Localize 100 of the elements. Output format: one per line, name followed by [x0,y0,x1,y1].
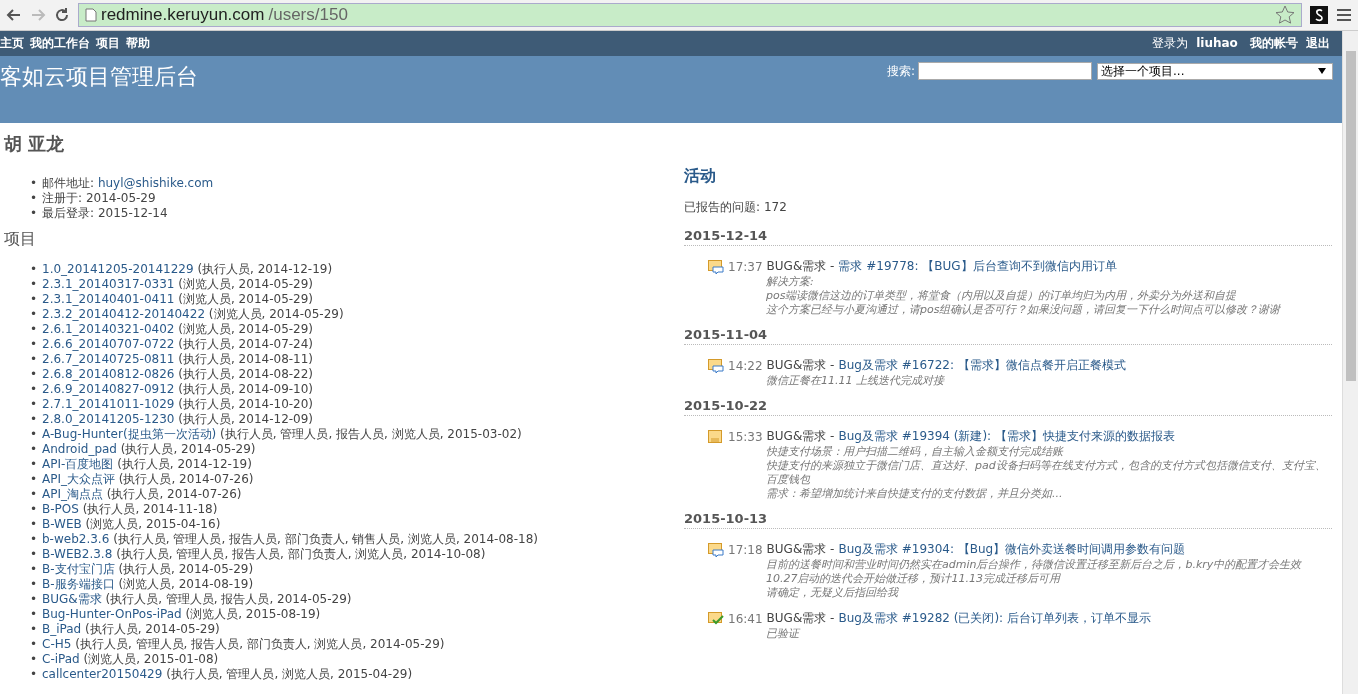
list-bullet: • [30,577,39,592]
issue-link[interactable]: Bug及需求 #16722: 【需求】微信点餐开启正餐模式 [838,357,1126,374]
back-icon[interactable] [6,7,22,23]
email-link[interactable]: huyl@shishike.com [97,176,214,190]
project-link[interactable]: API_大众点评 [42,472,115,486]
project-link[interactable]: 2.3.1_20140317-0331 [42,277,175,291]
project-link[interactable]: 2.6.1_20140321-0402 [42,322,175,336]
detail-value: 2015-12-14 [97,206,168,220]
top-menu-link[interactable]: 项目 [96,36,120,50]
menu-icon[interactable] [1336,8,1352,22]
issue-link[interactable]: Bug及需求 #19394 (新建): 【需求】快捷支付来源的数据报表 [838,428,1175,445]
list-bullet: • [30,667,39,682]
user-link[interactable]: liuhao [1196,36,1238,50]
project-link[interactable]: C-H5 [42,637,72,651]
dropdown-icon [1318,68,1326,74]
project-link[interactable]: API_淘点点 [42,487,103,501]
list-bullet: • [30,292,39,307]
list-bullet: • [30,442,39,457]
list-bullet: • [30,367,39,382]
project-link[interactable]: BUG&需求 [42,592,102,606]
projects-heading: 项目 [4,229,37,250]
address-bar[interactable]: redmine.keruyun.com /users/150 [78,3,1302,27]
list-bullet: • [30,592,39,607]
issue-link[interactable]: Bug及需求 #19282 (已关闭): 后台订单列表，订单不显示 [838,610,1151,627]
scrollbar[interactable] [1342,31,1358,694]
top-menu-link[interactable]: 主页 [0,36,24,50]
list-bullet: • [30,517,39,532]
project-link[interactable]: A-Bug-Hunter(捉虫第一次活动) [42,427,217,441]
activity-date: 2015-10-13 [684,511,1332,529]
event-description: 请确定，无疑义后指回给我 [766,586,900,600]
extension-icon[interactable] [1310,6,1328,24]
project-link[interactable]: B-WEB [42,517,82,531]
project-link[interactable]: 1.0_20141205-20141229 [42,262,194,276]
project-roles: (执行人员, 管理人员, 报告人员, 2014-05-29) [105,592,352,606]
list-bullet: • [30,502,39,517]
project-link[interactable]: 2.6.6_20140707-0722 [42,337,175,351]
top-menu-link[interactable]: 帮助 [126,36,150,50]
event-description: 这个方案已经与小夏沟通过，请pos组确认是否可行？如果没问题，请回复一下什么时间点可以修改？谢谢 [766,303,1282,317]
project-link[interactable]: callcenter20150429 [42,667,163,681]
project-link[interactable]: 2.3.1_20140401-0411 [42,292,175,306]
list-bullet: • [30,277,39,292]
project-select[interactable]: 选择一个项目... [1097,62,1333,80]
project-roles: (执行人员, 2014-05-29) [118,562,254,576]
project-link[interactable]: 2.6.9_20140827-0912 [42,382,175,396]
top-menu-link[interactable]: 退出 [1306,36,1330,50]
activity-date: 2015-11-04 [684,327,1332,345]
event-description: 已验证 [766,627,801,641]
project-link[interactable]: 2.8.0_20141205-1230 [42,412,175,426]
project-link[interactable]: Android_pad [42,442,117,456]
reported-count: 172 [763,200,787,214]
list-bullet: • [30,352,39,367]
list-bullet: • [30,397,39,412]
project-link[interactable]: 2.6.7_20140725-0811 [42,352,175,366]
project-link[interactable]: API-百度地图 [42,457,114,471]
star-icon[interactable] [1275,5,1295,25]
project-link[interactable]: B-支付宝门店 [42,562,115,576]
project-roles: (执行人员, 管理人员, 报告人员, 部门负责人, 销售人员, 浏览人员, 2014-08-18) [113,532,538,546]
activity-date: 2015-12-14 [684,228,1332,246]
project-roles: (执行人员, 管理人员, 报告人员, 部门负责人, 浏览人员, 2014-10-08) [116,547,486,561]
list-bullet: • [30,322,39,337]
project-roles: (浏览人员, 2014-05-29) [208,307,344,321]
list-bullet: • [30,652,39,667]
project-link[interactable]: Bug-Hunter-OnPos-iPad [42,607,182,621]
project-link[interactable]: b-web2.3.6 [42,532,110,546]
event-description: 微信正餐在11.11 上线迭代完成对接 [766,374,946,388]
event-description: 目前的送餐时间和营业时间仍然实在admin后台操作，待微信设置迁移至新后台之后，b.kry中的配置才会生效 [766,558,1303,572]
top-menu-link[interactable]: 我的帐号 [1250,36,1298,50]
list-bullet: • [30,637,39,652]
project-roles: (执行人员, 2014-09-10) [178,382,314,396]
event-description: 解决方案: [766,275,815,289]
project-link[interactable]: B_iPad [42,622,82,636]
project-link[interactable]: B-WEB2.3.8 [42,547,113,561]
project-roles: (执行人员, 2014-12-19) [197,262,333,276]
site-title: 客如云项目管理后台 [0,63,198,91]
list-bullet: • [30,191,39,206]
reported-label: 已报告的问题: [684,200,761,214]
list-bullet: • [30,427,39,442]
project-link[interactable]: 2.7.1_20141011-1029 [42,397,175,411]
list-bullet: • [30,412,39,427]
list-bullet: • [30,472,39,487]
list-bullet: • [30,262,39,277]
detail-label: 邮件地址: [42,176,95,190]
project-roles: (执行人员, 2014-08-22) [178,367,314,381]
project-link[interactable]: B-POS [42,502,79,516]
project-link[interactable]: 2.6.8_20140812-0826 [42,367,175,381]
project-roles: (执行人员, 管理人员, 浏览人员, 2015-04-29) [166,667,413,681]
list-bullet: • [30,607,39,622]
detail-value: 2014-05-29 [85,191,156,205]
top-menu-link[interactable]: 我的工作台 [30,36,90,50]
project-roles: (浏览人员, 2015-04-16) [85,517,221,531]
search-field[interactable] [918,62,1092,80]
issue-link[interactable]: Bug及需求 #19304: 【Bug】微信外卖送餐时间调用参数有问题 [838,541,1186,558]
event-description: 快捷支付场景：用户扫描二维码，自主输入金额支付完成结账 [766,445,1065,459]
project-link[interactable]: C-iPad [42,652,80,666]
detail-label: 最后登录: [42,206,95,220]
reload-icon[interactable] [54,7,70,23]
project-link[interactable]: B-服务端接口 [42,577,115,591]
issue-link[interactable]: 需求 #19778: 【BUG】后台查询不到微信内用订单 [838,258,1117,275]
project-link[interactable]: 2.3.2_20140412-20140422 [42,307,206,321]
list-bullet: • [30,622,39,637]
